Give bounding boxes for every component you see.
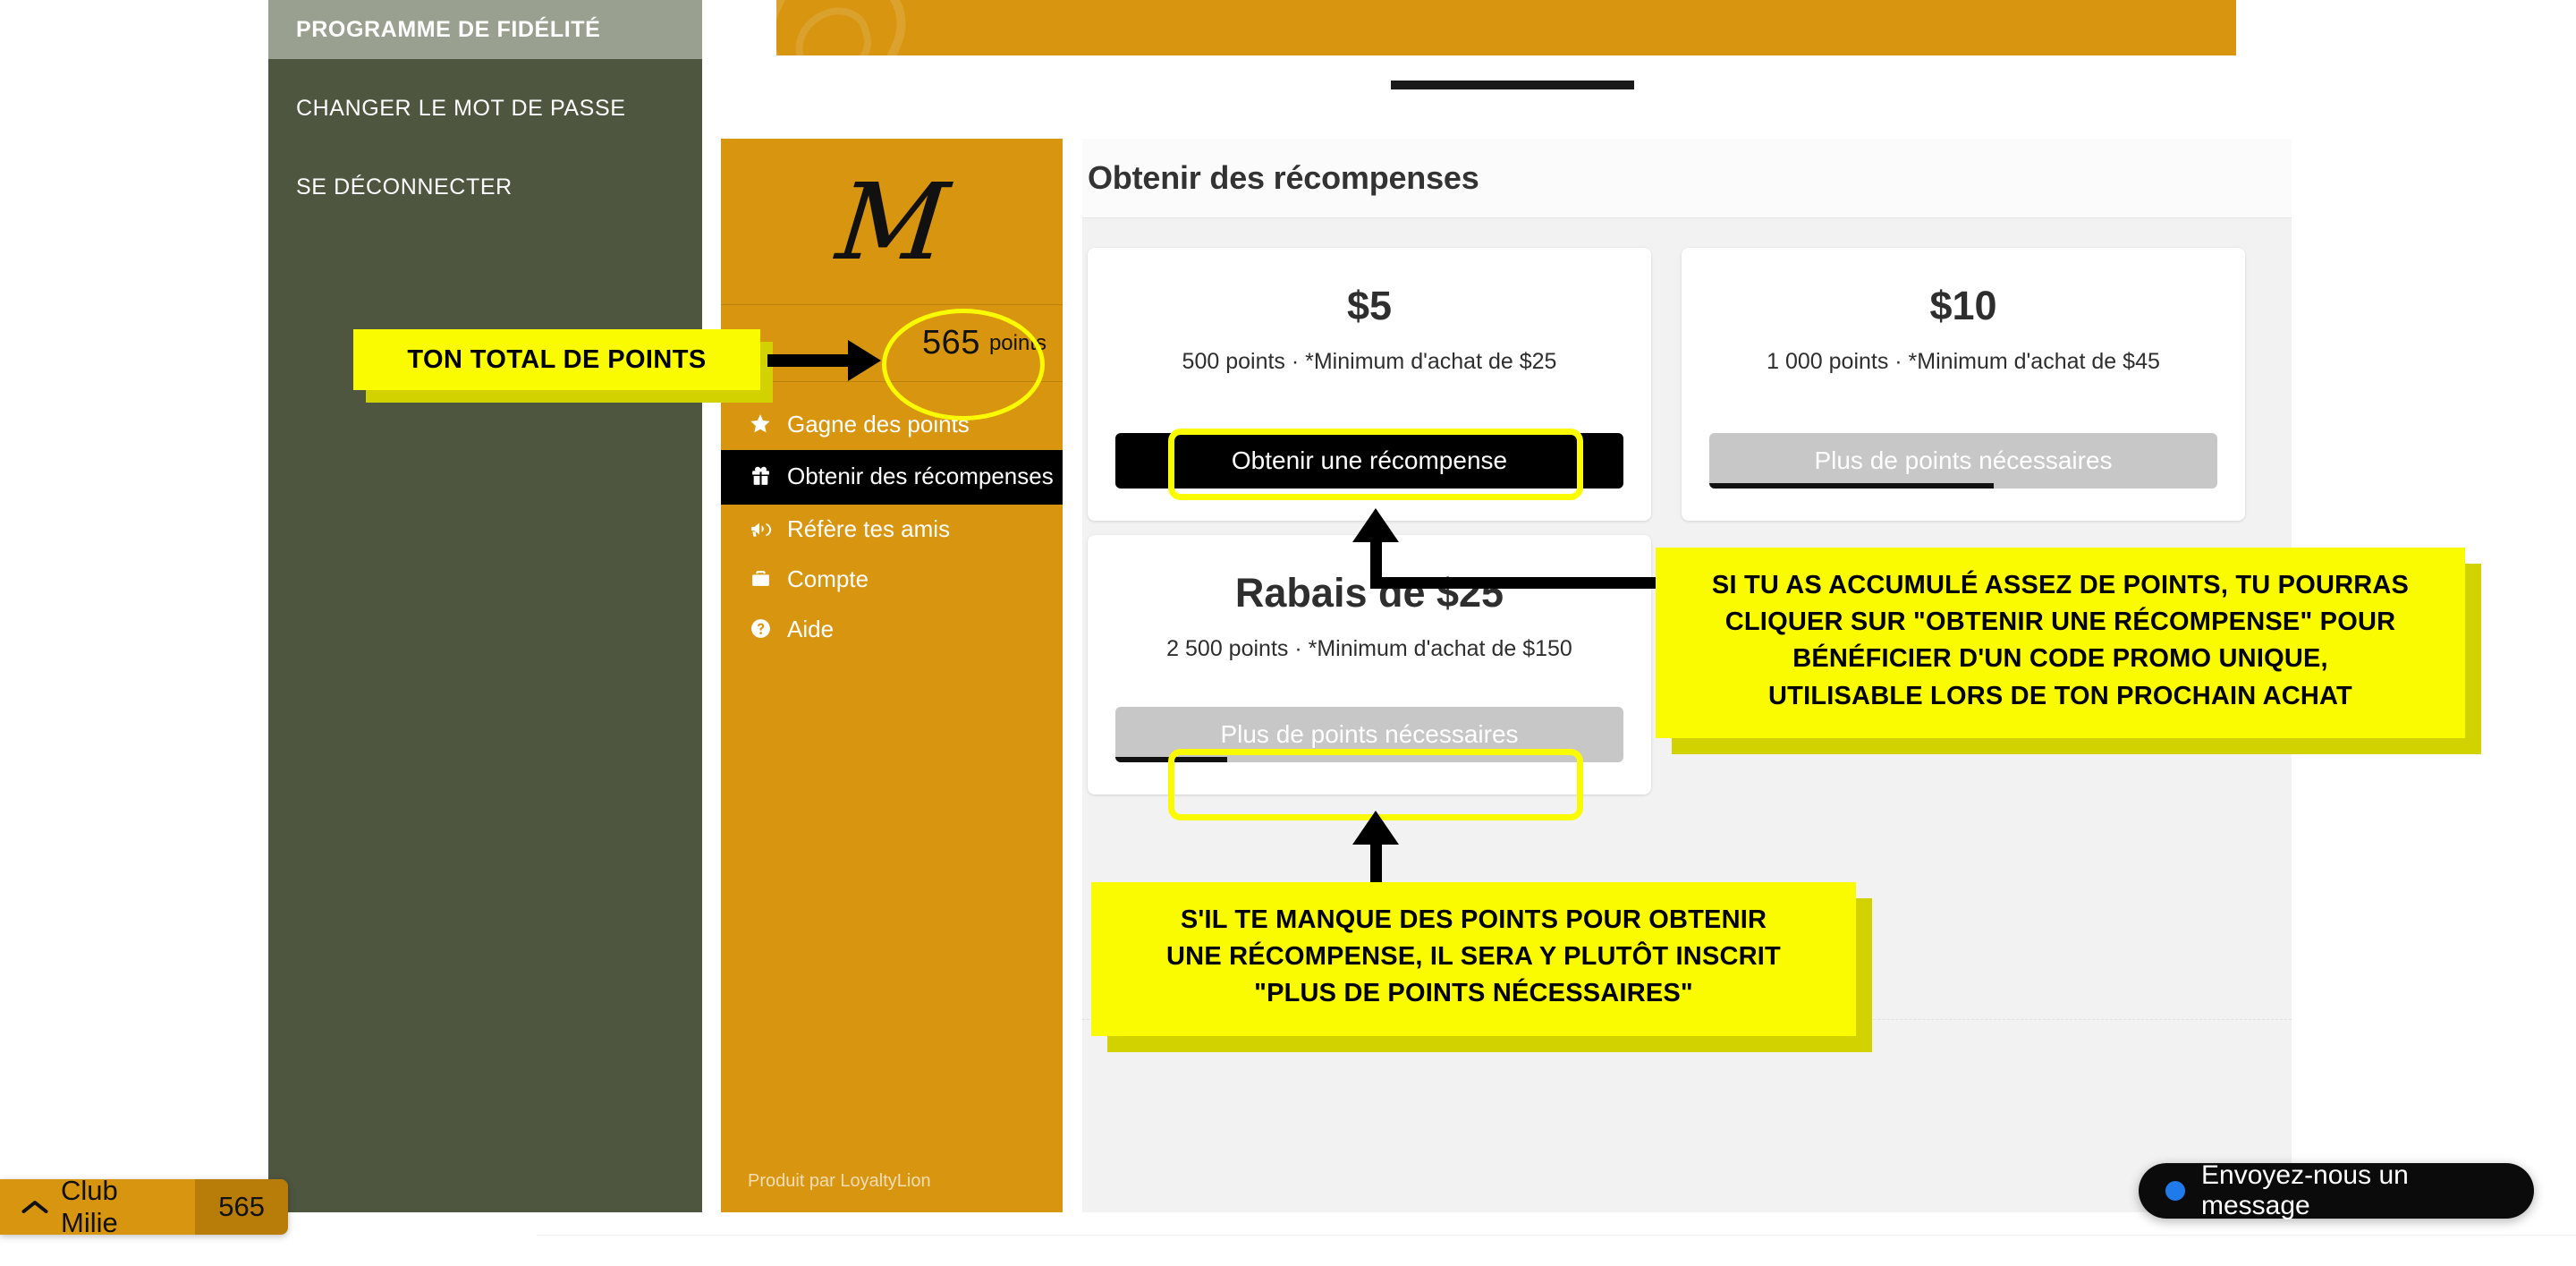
widget-menu-item-label: Réfère tes amis [787,515,951,543]
widget-footer-label: Produit par LoyaltyLion [748,1170,931,1191]
widget-menu-item-refer-friends[interactable]: Réfère tes amis [721,505,1063,555]
reward-amount: Rabais de $25 [1234,570,1504,616]
brand-monogram-letter: M [831,159,953,284]
chat-launcher[interactable]: Envoyez-nous un message [2139,1160,2534,1220]
points-balance-row: 565 points [721,305,1063,381]
club-launcher-points-value: 565 [218,1191,265,1222]
claim-reward-button-disabled: Plus de points nécessaires [1709,433,2217,489]
reward-amount: $10 [1929,283,1997,328]
loyalty-widget: M 565 points Gagne des points Obtenir de… [721,139,1063,1212]
rewards-panel: Obtenir des récompenses $5 500 points · … [1082,139,2292,1212]
rewards-header: Obtenir des récompenses [1082,139,2292,218]
online-dot-icon [2165,1181,2185,1201]
sidebar-item-label: CHANGER LE MOT DE PASSE [296,95,626,121]
claim-reward-button-label: Plus de points nécessaires [1814,446,2113,474]
reward-progress-bar [1709,483,1995,489]
page-bottom-rule [537,1235,2576,1236]
widget-menu: Gagne des points Obtenir des récompenses… [721,400,1063,655]
widget-menu-item-label: Obtenir des récompenses [787,462,1054,489]
reward-card: $5 500 points · *Minimum d'achat de $25 … [1088,248,1651,521]
panel-divider [1082,1019,2292,1021]
reward-requirements: 500 points · *Minimum d'achat de $25 [1182,349,1557,374]
briefcase-icon [748,567,773,590]
sidebar-item-label: SE DÉCONNECTER [296,174,513,200]
claim-reward-button-label: Obtenir une récompense [1231,446,1508,474]
claim-reward-button-label: Plus de points nécessaires [1220,720,1519,748]
reward-card: $10 1 000 points · *Minimum d'achat de $… [1682,248,2245,521]
reward-card: Rabais de $25 2 500 points · *Minimum d'… [1088,535,1651,794]
widget-menu-item-account[interactable]: Compte [721,555,1063,605]
club-launcher-points-badge: 565 [195,1179,288,1235]
reward-progress-bar [1115,757,1227,762]
club-launcher-main[interactable]: Club Milie [0,1179,196,1235]
question-circle-icon [748,617,773,640]
reward-requirements: 1 000 points · *Minimum d'achat de $45 [1767,349,2160,374]
sidebar-item-loyalty-program[interactable]: PROGRAMME DE FIDÉLITÉ [268,0,702,59]
sidebar-item-label: PROGRAMME DE FIDÉLITÉ [296,16,601,42]
widget-footer-credit: Produit par LoyaltyLion [721,1150,1063,1212]
star-icon [748,412,773,436]
chat-launcher-label: Envoyez-nous un message [2201,1160,2409,1220]
chevron-up-icon [21,1191,48,1223]
hero-banner [776,0,2236,55]
claim-reward-button-disabled: Plus de points nécessaires [1115,707,1623,762]
reward-requirements: 2 500 points · *Minimum d'achat de $150 [1166,636,1572,661]
page-bottom-strip [0,1235,2576,1266]
page-title: Obtenir des récompenses [1088,159,1479,196]
reward-amount: $5 [1346,283,1393,328]
megaphone-icon [748,517,773,540]
gift-icon [748,464,773,487]
widget-menu-item-get-rewards[interactable]: Obtenir des récompenses [721,449,1063,506]
widget-divider-bottom [721,381,1063,382]
widget-menu-item-label: Compte [787,565,869,593]
club-launcher-label: Club Milie [61,1179,118,1235]
widget-menu-item-label: Aide [787,615,835,642]
rewards-grid: $5 500 points · *Minimum d'achat de $25 … [1082,218,2292,1020]
hero-underline-rule [1391,81,1634,89]
points-balance-value: 565 [922,324,980,361]
sidebar-item-logout[interactable]: SE DÉCONNECTER [268,156,702,218]
widget-menu-item-label: Gagne des points [787,411,970,438]
widget-menu-item-help[interactable]: Aide [721,605,1063,655]
account-sidebar: PROGRAMME DE FIDÉLITÉ CHANGER LE MOT DE … [268,0,702,1212]
points-balance-unit: points [988,330,1046,355]
sidebar-item-change-password[interactable]: CHANGER LE MOT DE PASSE [268,77,702,140]
widget-menu-item-earn-points[interactable]: Gagne des points [721,400,1063,450]
claim-reward-button[interactable]: Obtenir une récompense [1115,433,1623,489]
brand-monogram-logo: M [721,139,1063,304]
club-loyalty-launcher[interactable]: Club Milie 565 [0,1179,288,1235]
